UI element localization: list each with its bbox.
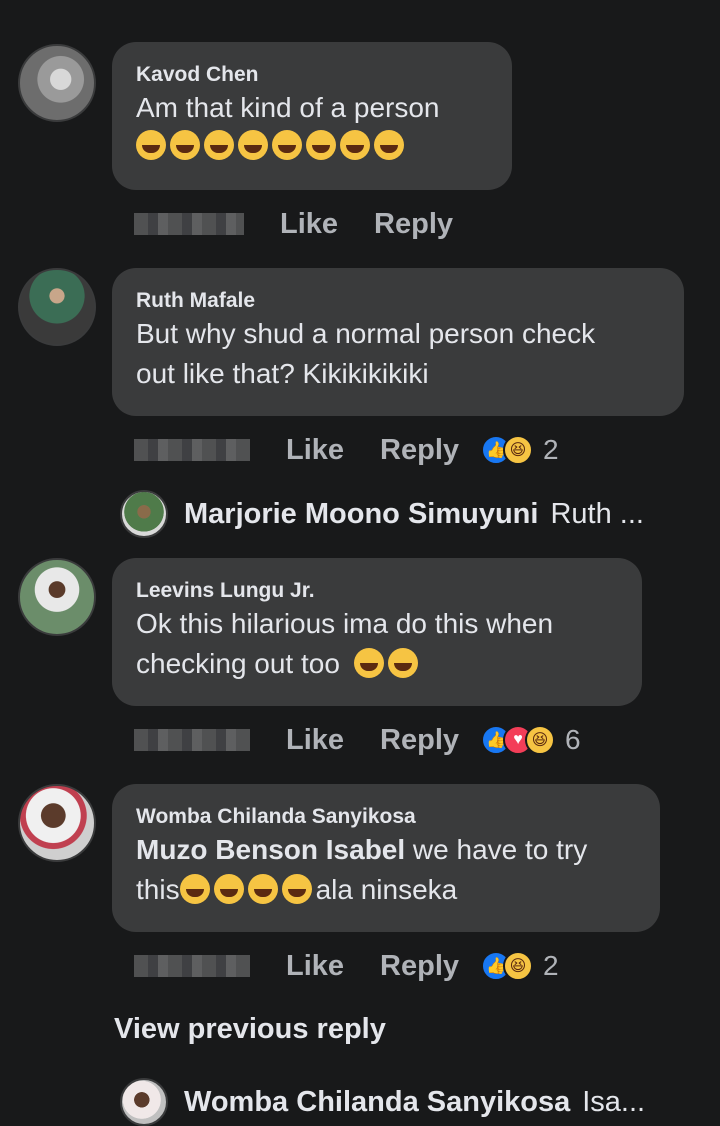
smile-emoji-icon <box>374 130 404 160</box>
like-button[interactable]: Like <box>286 724 344 757</box>
reaction-summary[interactable]: 👍 ♥ 😆 6 <box>481 724 581 756</box>
mention-link[interactable]: Muzo Benson Isabel <box>136 834 405 865</box>
joy-emoji-icon <box>213 874 244 904</box>
reply-snippet: Isa... <box>582 1085 646 1118</box>
comment-author[interactable]: Kavod Chen <box>136 62 488 88</box>
comment-bubble: Kavod Chen Am that kind of a person <box>112 42 512 190</box>
reaction-summary[interactable]: 👍 😆 2 <box>481 950 559 982</box>
blurred-timestamp <box>134 213 244 235</box>
comment-actions: Like Reply 👍 😆 2 <box>134 430 559 470</box>
comment-text-line: But why shud a normal person check <box>136 318 596 349</box>
joy-emoji-icon <box>204 130 234 160</box>
like-button[interactable]: Like <box>280 208 338 241</box>
haha-reaction-icon: 😆 <box>525 725 556 755</box>
joy-emoji-icon <box>387 648 418 678</box>
comment-text: this <box>136 874 180 905</box>
rofl-emoji-icon <box>306 130 336 160</box>
avatar[interactable] <box>18 44 96 122</box>
comment-author[interactable]: Womba Chilanda Sanyikosa <box>136 804 636 830</box>
reply-button[interactable]: Reply <box>380 434 459 467</box>
comment-author[interactable]: Ruth Mafale <box>136 288 660 314</box>
comment-actions: Like Reply <box>134 204 489 244</box>
avatar[interactable] <box>18 268 96 346</box>
sweat-smile-emoji-icon <box>136 130 166 160</box>
comment-author[interactable]: Leevins Lungu Jr. <box>136 578 618 604</box>
comment-text: Am that kind of a person <box>136 92 440 123</box>
rofl-emoji-icon <box>170 130 200 160</box>
avatar <box>120 490 168 538</box>
blurred-timestamp <box>134 729 250 751</box>
avatar[interactable] <box>18 784 96 862</box>
haha-reaction-icon: 😆 <box>503 951 534 981</box>
reply-button[interactable]: Reply <box>374 208 453 241</box>
comment-actions: Like Reply 👍 ♥ 😆 6 <box>134 720 581 760</box>
comment-text-line: this ala ninseka <box>136 870 636 910</box>
reply-author[interactable]: Marjorie Moono Simuyuni <box>184 498 538 531</box>
joy-emoji-icon <box>272 130 302 160</box>
reaction-count: 2 <box>543 434 559 465</box>
comment-text-line: checking out too <box>136 644 618 684</box>
view-previous-reply-link[interactable]: View previous reply <box>114 1013 386 1046</box>
like-button[interactable]: Like <box>286 434 344 467</box>
haha-reaction-icon: 😆 <box>503 435 534 465</box>
reply-button[interactable]: Reply <box>380 950 459 983</box>
reply-author[interactable]: Womba Chilanda Sanyikosa <box>184 1086 570 1119</box>
blurred-timestamp <box>134 955 250 977</box>
comment-text-line: Muzo Benson Isabel we have to try <box>136 830 636 870</box>
reaction-summary[interactable]: 👍 😆 2 <box>481 434 559 466</box>
comment-bubble: Leevins Lungu Jr. Ok this hilarious ima … <box>112 558 642 706</box>
comment-bubble: Womba Chilanda Sanyikosa Muzo Benson Isa… <box>112 784 660 932</box>
blurred-timestamp <box>134 439 250 461</box>
comment-text: ala ninseka <box>315 874 458 905</box>
joy-emoji-icon <box>179 874 210 904</box>
emoji-row <box>136 130 488 160</box>
avatar <box>120 1078 168 1126</box>
reply-preview[interactable]: Marjorie Moono Simuyuni Ruth ... <box>120 490 644 538</box>
sweat-smile-emoji-icon <box>340 130 370 160</box>
like-button[interactable]: Like <box>286 950 344 983</box>
reaction-count: 2 <box>543 950 559 981</box>
joy-emoji-icon <box>353 648 384 678</box>
comment-bubble: Ruth Mafale But why shud a normal person… <box>112 268 684 416</box>
reply-preview[interactable]: Womba Chilanda Sanyikosa Isa... <box>120 1078 645 1126</box>
reply-snippet: Ruth ... <box>550 497 644 530</box>
comment-text: we have to try <box>405 834 588 865</box>
reply-button[interactable]: Reply <box>380 724 459 757</box>
reaction-count: 6 <box>565 724 581 755</box>
comment-text: checking out too <box>136 648 340 679</box>
joy-emoji-icon <box>247 874 278 904</box>
comment-actions: Like Reply 👍 😆 2 <box>134 946 559 986</box>
comment-text-line: Ok this hilarious ima do this when <box>136 608 554 639</box>
joy-emoji-icon <box>281 874 312 904</box>
rofl-emoji-icon <box>238 130 268 160</box>
comment-text-line: out like that? Kikikikikiki <box>136 358 429 389</box>
avatar[interactable] <box>18 558 96 636</box>
